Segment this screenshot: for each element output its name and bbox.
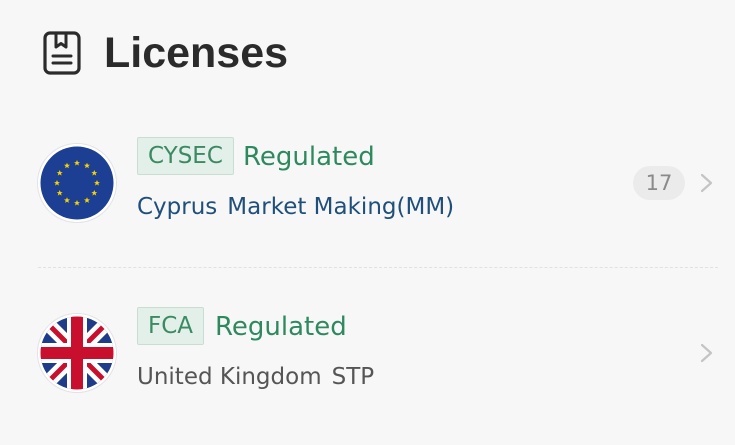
license-details: United Kingdom STP [137, 364, 374, 390]
eu-flag-icon [38, 144, 116, 222]
page-title: Licenses [104, 28, 289, 77]
license-region: Cyprus [137, 194, 218, 220]
chevron-right-icon[interactable] [696, 341, 718, 365]
regulation-status: Regulated [243, 142, 375, 172]
license-type: Market Making(MM) [227, 194, 455, 220]
chevron-right-icon[interactable] [696, 171, 718, 195]
regulator-badge: FCA [137, 307, 205, 345]
licenses-header: Licenses [42, 28, 288, 78]
row-divider [38, 267, 718, 268]
license-details: Cyprus Market Making(MM) [137, 194, 454, 220]
uk-flag-icon [38, 314, 116, 392]
license-region: United Kingdom [137, 364, 322, 390]
license-row-cysec[interactable]: CYSEC Regulated Cyprus Market Making(MM) … [0, 110, 735, 260]
regulation-status: Regulated [215, 312, 347, 342]
license-type: STP [331, 364, 375, 390]
regulator-badge: CYSEC [137, 137, 234, 175]
license-document-icon [42, 29, 82, 77]
count-badge: 17 [633, 166, 685, 200]
license-row-fca[interactable]: FCA Regulated United Kingdom STP [0, 280, 735, 430]
